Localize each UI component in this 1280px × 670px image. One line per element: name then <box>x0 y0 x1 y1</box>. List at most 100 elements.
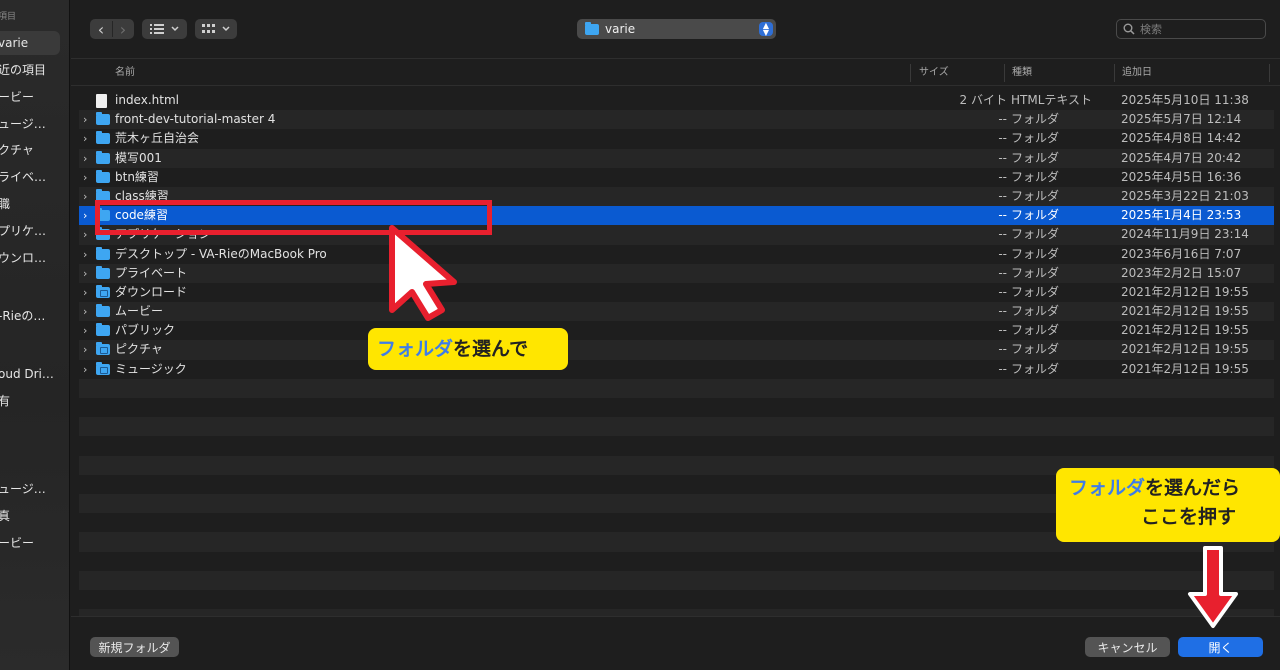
folder-row[interactable]: › 荒木ヶ丘自治会 -- フォルダ 2025年4月8日 14:42 <box>79 129 1274 148</box>
disclosure-chevron-icon[interactable]: › <box>83 129 93 148</box>
file-date: 2021年2月12日 19:55 <box>1121 304 1249 319</box>
file-kind: フォルダ <box>1011 284 1060 299</box>
cancel-button[interactable]: キャンセル <box>1085 637 1170 657</box>
disclosure-chevron-icon[interactable]: › <box>83 340 93 359</box>
list-view-button[interactable] <box>142 19 187 39</box>
pictures-folder-icon <box>96 342 110 356</box>
file-size: -- <box>998 265 1007 280</box>
file-date: 2023年2月2日 15:07 <box>1121 265 1242 280</box>
file-kind: フォルダ <box>1011 131 1060 146</box>
folder-row[interactable]: › ムービー -- フォルダ 2021年2月12日 19:55 <box>79 302 1274 322</box>
file-kind: フォルダ <box>1011 265 1060 280</box>
folder-row[interactable]: › btn練習 -- フォルダ 2025年4月5日 16:36 <box>79 168 1274 187</box>
file-kind: フォルダ <box>1011 342 1060 357</box>
chevron-down-icon <box>222 26 230 32</box>
sidebar-item-music-2[interactable]: ュージ… <box>0 477 69 501</box>
disclosure-chevron-icon[interactable]: › <box>83 264 93 283</box>
disclosure-chevron-icon[interactable]: › <box>83 245 93 264</box>
file-date: 2025年4月8日 14:42 <box>1121 131 1242 146</box>
file-date: 2025年4月5日 16:36 <box>1121 169 1242 184</box>
file-list: index.html 2 バイト HTMLテキスト 2025年5月10日 11:… <box>79 91 1274 629</box>
column-header-name[interactable]: 名前 <box>115 59 135 87</box>
empty-row <box>79 436 1274 455</box>
disclosure-chevron-icon[interactable]: › <box>83 321 93 340</box>
disclosure-chevron-icon[interactable]: › <box>83 110 93 129</box>
file-kind: フォルダ <box>1011 323 1060 338</box>
disclosure-chevron-icon[interactable]: › <box>83 187 93 206</box>
callout-highlight-text: フォルダ <box>1069 477 1146 499</box>
column-header-kind[interactable]: 種類 <box>1012 59 1032 87</box>
new-folder-button[interactable]: 新規フォルダ <box>90 637 179 657</box>
open-button[interactable]: 開く <box>1178 637 1263 657</box>
folder-row[interactable]: › デスクトップ - VA-RieのMacBook Pro -- フォルダ 20… <box>79 245 1274 264</box>
disclosure-chevron-icon[interactable]: › <box>83 168 93 187</box>
callout-text: を選んで <box>453 338 529 360</box>
file-kind: フォルダ <box>1011 150 1060 165</box>
column-divider <box>910 64 911 82</box>
sidebar-item-downloads[interactable]: ウンロ… <box>0 246 69 270</box>
sidebar-item-icloud-drive[interactable]: oud Dri… <box>0 362 69 386</box>
grid-view-icon <box>202 24 215 33</box>
search-field[interactable] <box>1116 19 1266 39</box>
sidebar-item-movies[interactable]: ービー <box>0 85 69 109</box>
file-size: -- <box>998 188 1007 203</box>
folder-row[interactable]: › front-dev-tutorial-master 4 -- フォルダ 20… <box>79 110 1274 130</box>
folder-row[interactable]: › ピクチャ -- フォルダ 2021年2月12日 19:55 <box>79 340 1274 360</box>
file-kind: フォルダ <box>1011 304 1060 319</box>
grid-view-button[interactable] <box>195 19 237 39</box>
file-name: 荒木ヶ丘自治会 <box>115 131 200 146</box>
sidebar-item-shared[interactable]: 有 <box>0 389 69 413</box>
file-kind: フォルダ <box>1011 208 1060 223</box>
callout-text-line2: ここを押す <box>1141 506 1237 528</box>
file-date: 2021年2月12日 19:55 <box>1121 323 1249 338</box>
sidebar-item-pictures[interactable]: クチャ <box>0 138 69 162</box>
down-arrow-icon <box>1188 546 1238 628</box>
back-icon[interactable]: ‹ <box>90 20 112 39</box>
folder-row[interactable]: › 模写001 -- フォルダ 2025年4月7日 20:42 <box>79 148 1274 168</box>
disclosure-chevron-icon[interactable]: › <box>83 360 93 379</box>
callout-text: を選んだら <box>1145 477 1241 499</box>
disclosure-chevron-icon[interactable]: › <box>83 149 93 168</box>
column-header-size[interactable]: サイズ <box>919 59 949 87</box>
disclosure-chevron-icon[interactable]: › <box>83 283 93 302</box>
empty-row <box>79 417 1274 437</box>
music-folder-icon <box>96 361 110 375</box>
folder-icon <box>585 21 599 35</box>
file-name: ダウンロード <box>115 284 188 299</box>
forward-icon[interactable]: › <box>112 20 134 39</box>
html-file-icon <box>96 94 107 108</box>
sidebar-item-music[interactable]: ュージ… <box>0 112 69 136</box>
sidebar-item-work[interactable]: 職 <box>0 192 69 216</box>
disclosure-chevron-icon[interactable]: › <box>83 206 93 225</box>
sidebar-item-macbook[interactable]: -Rieの… <box>0 304 69 328</box>
folder-icon <box>96 323 110 337</box>
file-row[interactable]: index.html 2 バイト HTMLテキスト 2025年5月10日 11:… <box>79 91 1274 110</box>
file-kind: フォルダ <box>1011 169 1060 184</box>
empty-row <box>79 570 1274 590</box>
folder-icon <box>96 265 110 279</box>
instruction-callout-press-open: フォルダを選んだら ここを押す <box>1056 468 1280 542</box>
file-name: ピクチャ <box>115 342 163 357</box>
disclosure-chevron-icon[interactable]: › <box>83 302 93 321</box>
sidebar-item-movies-2[interactable]: ービー <box>0 531 69 555</box>
folder-icon <box>96 169 110 183</box>
search-input[interactable] <box>1140 22 1250 36</box>
folder-row[interactable]: › ダウンロード -- フォルダ 2021年2月12日 19:55 <box>79 283 1274 302</box>
file-name: ミュージック <box>115 361 187 376</box>
sidebar-item-applications[interactable]: プリケ… <box>0 219 69 243</box>
sidebar-item-private[interactable]: ライベ… <box>0 165 69 189</box>
folder-row[interactable]: › プライベート -- フォルダ 2023年2月2日 15:07 <box>79 263 1274 283</box>
sidebar-item-recents[interactable]: 近の項目 <box>0 58 69 82</box>
folder-row[interactable]: › ミュージック -- フォルダ 2021年2月12日 19:55 <box>79 360 1274 379</box>
folder-row[interactable]: › パブリック -- フォルダ 2021年2月12日 19:55 <box>79 321 1274 340</box>
disclosure-chevron-icon[interactable]: › <box>83 225 93 244</box>
callout-highlight-text: フォルダ <box>377 338 454 360</box>
column-header-date-added[interactable]: 追加日 <box>1122 59 1152 87</box>
file-date: 2021年2月12日 19:55 <box>1121 361 1249 376</box>
sidebar-item-varie[interactable]: varie <box>0 31 60 55</box>
dialog-button-bar: 新規フォルダ キャンセル 開く <box>71 616 1280 670</box>
empty-row <box>79 552 1274 571</box>
sidebar-item-photos[interactable]: 真 <box>0 504 69 528</box>
location-popup[interactable]: varie ▲ ▼ <box>577 19 776 39</box>
file-name: btn練習 <box>115 169 159 184</box>
